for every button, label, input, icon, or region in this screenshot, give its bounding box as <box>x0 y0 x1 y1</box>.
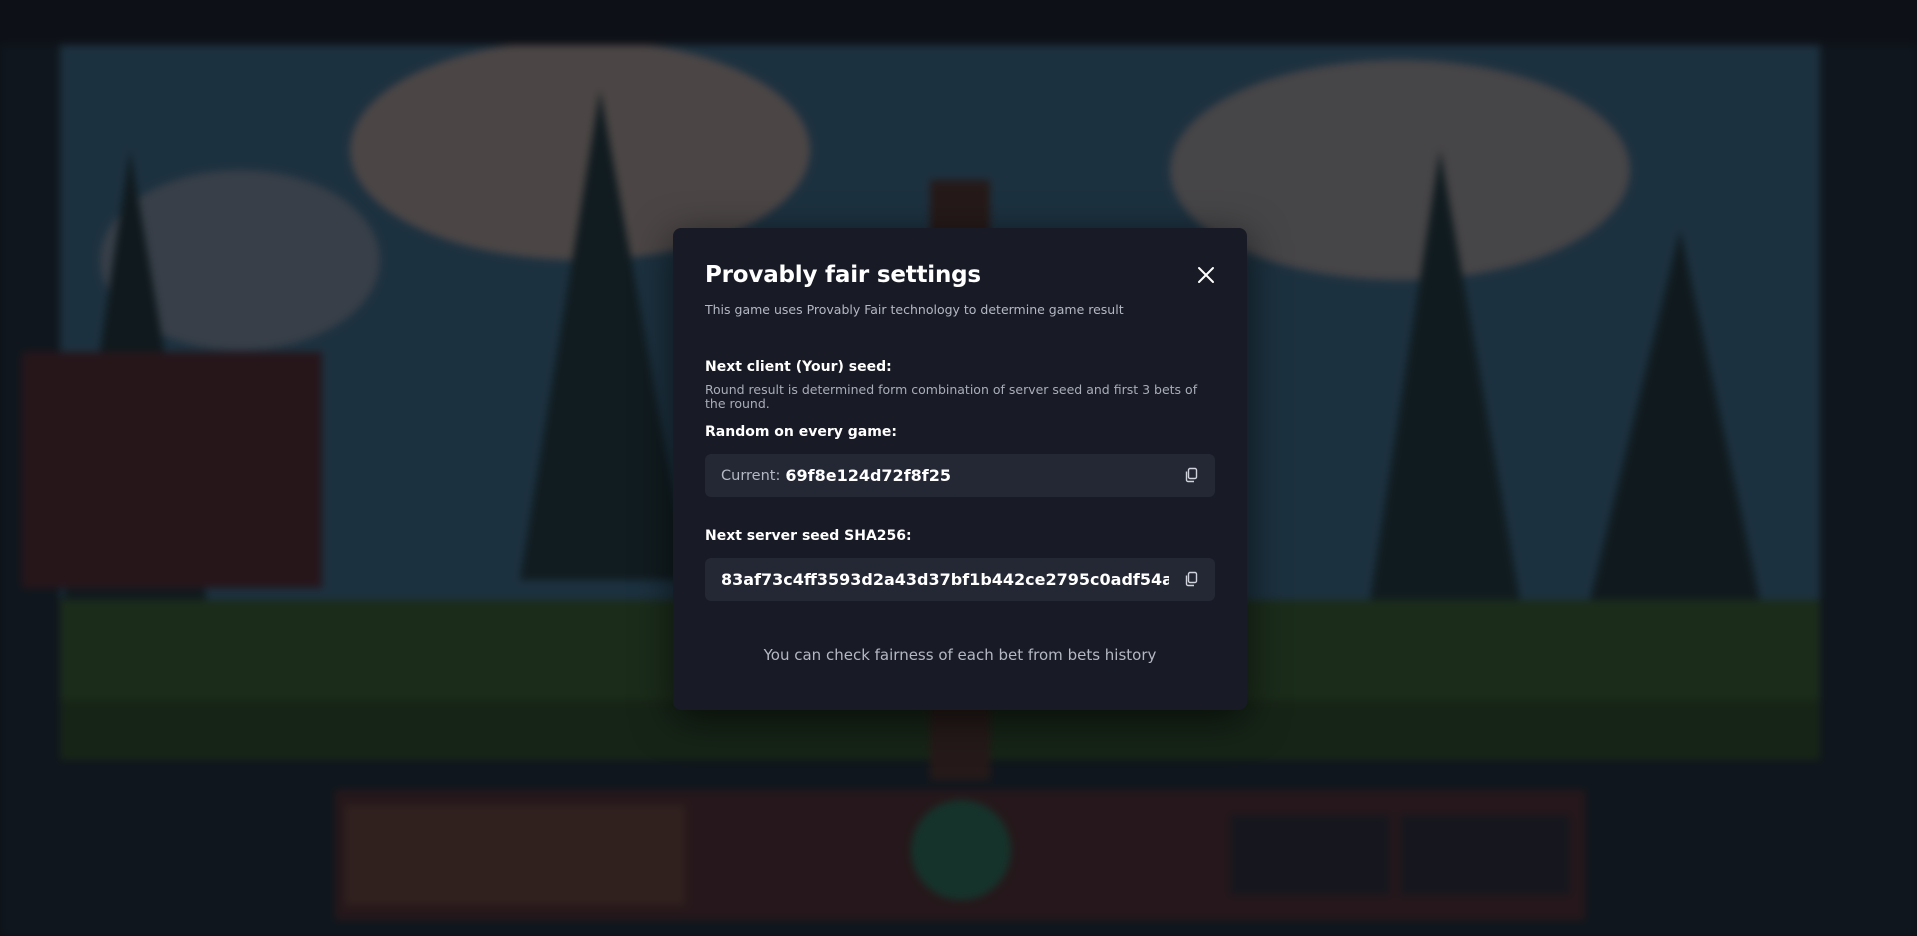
close-icon <box>1198 267 1214 283</box>
fairness-footer-note: You can check fairness of each bet from … <box>763 646 1157 664</box>
copy-client-seed-button[interactable] <box>1183 466 1201 484</box>
copy-server-seed-button[interactable] <box>1183 570 1201 588</box>
client-seed-label: Next client (Your) seed: <box>705 359 892 375</box>
modal-title: Provably fair settings <box>705 262 981 288</box>
client-seed-field: Current: 69f8e124d72f8f25 <box>705 454 1215 497</box>
copy-icon <box>1185 467 1198 483</box>
provably-fair-modal: Provably fair settings This game uses Pr… <box>673 228 1247 710</box>
client-seed-note: Round result is determined form combinat… <box>705 382 1198 411</box>
client-seed-current-prefix: Current: <box>721 467 781 484</box>
copy-icon <box>1185 571 1198 587</box>
game-screen: Provably fair settings This game uses Pr… <box>0 0 1917 936</box>
close-button[interactable] <box>1195 264 1217 286</box>
client-seed-mode-label: Random on every game: <box>705 424 897 440</box>
server-seed-field: 83af73c4ff3593d2a43d37bf1b442ce2795c0adf… <box>705 558 1215 601</box>
modal-subtitle: This game uses Provably Fair technology … <box>705 302 1124 317</box>
server-seed-value: 83af73c4ff3593d2a43d37bf1b442ce2795c0adf… <box>721 570 1169 589</box>
server-seed-label: Next server seed SHA256: <box>705 528 912 544</box>
client-seed-value: 69f8e124d72f8f25 <box>785 466 952 485</box>
